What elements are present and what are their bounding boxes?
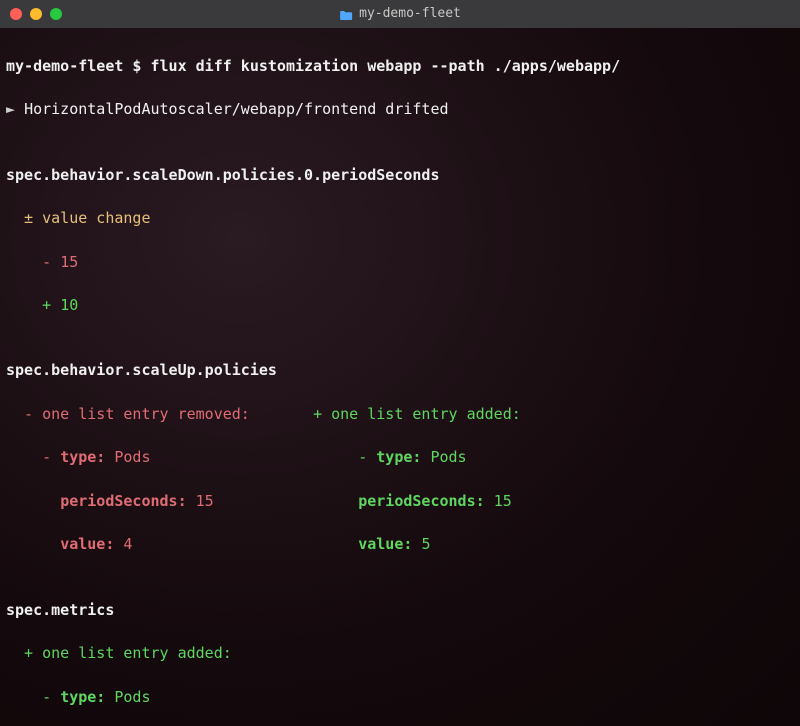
list-removed-label: one list entry removed: [42, 405, 250, 423]
window-title: my-demo-fleet [339, 5, 461, 24]
column-gap [151, 448, 323, 466]
diff-new-value: 10 [60, 296, 78, 314]
added-indent [304, 492, 358, 510]
minimize-window-button[interactable] [30, 8, 42, 20]
removed-periodseconds-value: 15 [196, 492, 214, 510]
diff-old-value: 15 [60, 253, 78, 271]
list-added-label: one list entry added: [42, 644, 232, 662]
maximize-window-button[interactable] [50, 8, 62, 20]
traffic-lights [10, 8, 62, 20]
terminal-output[interactable]: my-demo-fleet $ flux diff kustomization … [0, 28, 800, 726]
list-added-symbol: + [313, 405, 331, 423]
value-change-symbol: ± [6, 209, 42, 227]
removed-indent [6, 535, 60, 553]
window-title-text: my-demo-fleet [359, 5, 461, 24]
folder-icon [339, 9, 353, 20]
command-text: flux diff kustomization webapp --path ./… [151, 57, 621, 75]
section-heading-metrics: spec.metrics [6, 601, 114, 619]
diff-plus-symbol: + [6, 296, 60, 314]
list-added-symbol: + [6, 644, 42, 662]
removed-type-value: Pods [114, 448, 150, 466]
value-change-label: value change [42, 209, 150, 227]
drift-arrow-icon: ► [6, 100, 24, 118]
added-periodseconds-value: 15 [494, 492, 512, 510]
removed-entry-bullet: - [6, 448, 60, 466]
list-removed-symbol: - [6, 405, 42, 423]
added-value-key: value: [358, 535, 421, 553]
added-value-value: 5 [421, 535, 430, 553]
close-window-button[interactable] [10, 8, 22, 20]
section-heading-scaledown: spec.behavior.scaleDown.policies.0.perio… [6, 166, 439, 184]
drift-resource-1: HorizontalPodAutoscaler/webapp/frontend … [24, 100, 448, 118]
metrics-type-key: type: [60, 688, 114, 706]
section-heading-scaleup: spec.behavior.scaleUp.policies [6, 361, 277, 379]
added-type-value: Pods [430, 448, 466, 466]
list-added-label: one list entry added: [331, 405, 521, 423]
removed-indent [6, 492, 60, 510]
metrics-type-value: Pods [114, 688, 150, 706]
column-gap [132, 535, 304, 553]
added-entry-bullet: - [322, 448, 376, 466]
window-titlebar: my-demo-fleet [0, 0, 800, 28]
added-indent [304, 535, 358, 553]
removed-value-key: value: [60, 535, 123, 553]
added-type-key: type: [376, 448, 430, 466]
removed-type-key: type: [60, 448, 114, 466]
prompt-prefix: my-demo-fleet $ [6, 57, 151, 75]
diff-minus-symbol: - [6, 253, 60, 271]
column-gap [250, 405, 313, 423]
column-gap [214, 492, 304, 510]
added-periodseconds-key: periodSeconds: [358, 492, 493, 510]
removed-periodseconds-key: periodSeconds: [60, 492, 195, 510]
added-entry-bullet: - [6, 688, 60, 706]
